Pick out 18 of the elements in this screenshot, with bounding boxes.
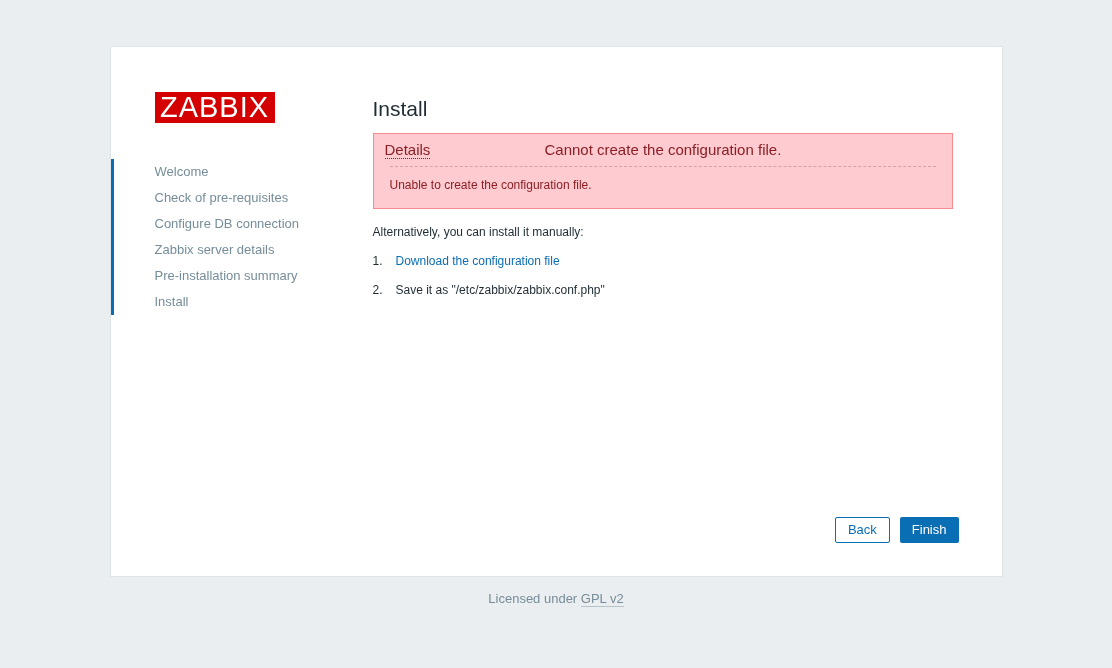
license-notice: Licensed under GPL v2 [488, 590, 624, 609]
instruction-text: Save it as "/etc/zabbix/zabbix.conf.php" [395, 282, 605, 299]
page-title: Install [372, 96, 429, 122]
license-link[interactable]: GPL v2 [580, 591, 624, 607]
instruction-intro: Alternatively, you can install it manually: [372, 224, 585, 241]
download-link[interactable]: Download the configuration file [395, 252, 560, 270]
step-number: 2. [372, 282, 384, 299]
setup-step: Pre-installation summary [110, 263, 373, 289]
setup-step: Configure DB connection [110, 211, 373, 237]
error-details: Unable to create the configuration file. [389, 177, 593, 194]
error-title: Cannot create the configuration file. [544, 141, 782, 159]
details-toggle[interactable]: Details [384, 141, 545, 159]
back-button[interactable]: Back [834, 517, 890, 543]
finish-button[interactable]: Finish [899, 517, 959, 543]
setup-step: Zabbix server details [110, 237, 373, 263]
step-number: 1. [372, 253, 384, 270]
logo: ZABBIX [154, 92, 275, 123]
setup-step: Install [110, 289, 373, 315]
